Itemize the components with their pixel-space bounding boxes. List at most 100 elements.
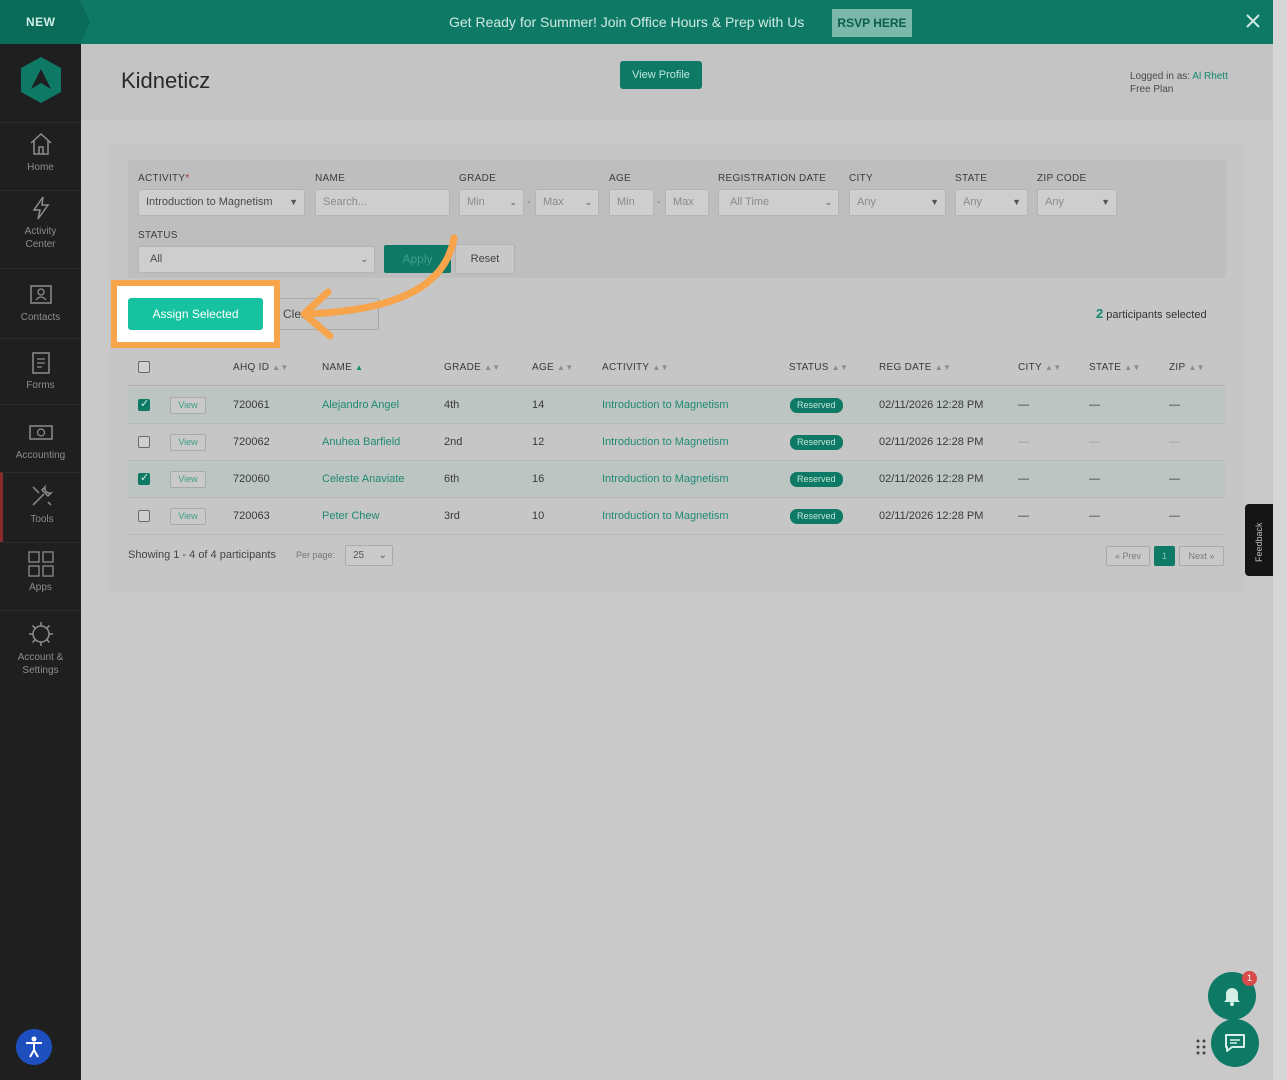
view-participant-button[interactable]: View bbox=[170, 397, 206, 414]
cell-id: 720061 bbox=[233, 399, 270, 411]
logged-in-info: Logged in as: Al Rhett Free Plan bbox=[1130, 70, 1228, 96]
next-page-button[interactable]: Next » bbox=[1179, 546, 1224, 566]
grade-max-select[interactable]: Max ⌄ bbox=[535, 189, 599, 216]
column-header-activity[interactable]: ACTIVITY ▲▼ bbox=[602, 362, 669, 373]
feedback-tab[interactable]: Feedback bbox=[1245, 504, 1273, 576]
reset-filters-button[interactable]: Reset bbox=[455, 244, 515, 274]
cell-name-link[interactable]: Celeste Anaviate bbox=[322, 473, 405, 485]
per-page-select[interactable]: 25 ⌄ bbox=[345, 545, 393, 566]
rsvp-button[interactable]: RSVP HERE bbox=[832, 9, 912, 37]
cell-name-link[interactable]: Anuhea Barfield bbox=[322, 436, 400, 448]
sidebar-item-apps[interactable]: Apps bbox=[0, 542, 81, 610]
notification-count-badge: 1 bbox=[1242, 971, 1257, 986]
age-filter-label: AGE bbox=[609, 173, 632, 184]
column-header-city[interactable]: CITY ▲▼ bbox=[1018, 362, 1061, 373]
column-header-grade[interactable]: GRADE ▲▼ bbox=[444, 362, 501, 373]
cell-zip: — bbox=[1169, 399, 1180, 411]
close-icon[interactable] bbox=[1245, 13, 1261, 29]
view-participant-button[interactable]: View bbox=[170, 434, 206, 451]
table-row[interactable]: View 720061 Alejandro Angel 4th 14 Intro… bbox=[128, 387, 1225, 424]
state-select[interactable]: Any ▼ bbox=[955, 189, 1028, 216]
view-participant-button[interactable]: View bbox=[170, 508, 206, 525]
sidebar-item-label: Contacts bbox=[20, 312, 61, 323]
view-profile-button[interactable]: View Profile bbox=[620, 61, 702, 89]
zip-select[interactable]: Any ▼ bbox=[1037, 189, 1117, 216]
prev-page-button[interactable]: « Prev bbox=[1106, 546, 1150, 566]
page-1-button[interactable]: 1 bbox=[1154, 546, 1175, 566]
table-row[interactable]: View 720060 Celeste Anaviate 6th 16 Intr… bbox=[128, 461, 1225, 498]
cell-activity-link[interactable]: Introduction to Magnetism bbox=[602, 436, 729, 448]
cell-city: — bbox=[1018, 399, 1029, 411]
forms-icon bbox=[31, 352, 50, 374]
page-title: Kidneticz bbox=[121, 68, 211, 93]
row-checkbox[interactable] bbox=[138, 471, 150, 485]
city-select[interactable]: Any ▼ bbox=[849, 189, 946, 216]
sidebar-item-tools[interactable]: Tools bbox=[0, 472, 81, 542]
cell-activity-link[interactable]: Introduction to Magnetism bbox=[602, 510, 729, 522]
cell-city: — bbox=[1018, 510, 1029, 522]
apps-grid-icon bbox=[27, 551, 54, 577]
column-header-state[interactable]: STATE ▲▼ bbox=[1089, 362, 1141, 373]
per-page-label: Per page: bbox=[296, 550, 336, 560]
user-link[interactable]: Al Rhett bbox=[1192, 71, 1228, 82]
row-checkbox[interactable] bbox=[138, 510, 150, 522]
caret-down-icon: ▼ bbox=[289, 197, 298, 207]
page-header: Kidneticz View Profile Logged in as: Al … bbox=[81, 44, 1273, 120]
row-checkbox[interactable] bbox=[138, 436, 150, 448]
column-header-reg-date[interactable]: REG DATE ▲▼ bbox=[879, 362, 951, 373]
sidebar-item-accounting[interactable]: Accounting bbox=[0, 404, 81, 472]
table-row[interactable]: View 720062 Anuhea Barfield 2nd 12 Intro… bbox=[128, 424, 1225, 461]
accessibility-icon[interactable] bbox=[16, 1029, 52, 1065]
tools-icon bbox=[32, 484, 54, 506]
cell-reg-date: 02/11/2026 12:28 PM bbox=[879, 399, 984, 411]
reg-date-select[interactable]: All Time ⌄ bbox=[718, 189, 839, 216]
city-filter-label: CITY bbox=[849, 173, 873, 184]
age-min-input[interactable]: Min bbox=[609, 189, 654, 216]
activity-select[interactable]: Introduction to Magnetism ▼ bbox=[138, 189, 305, 216]
caret-down-icon: ▼ bbox=[1101, 197, 1110, 207]
row-checkbox[interactable] bbox=[138, 397, 150, 411]
grade-range-dash: - bbox=[527, 196, 531, 208]
feedback-label: Feedback bbox=[1254, 522, 1264, 562]
column-header-name[interactable]: NAME ▲ bbox=[322, 362, 363, 373]
sidebar-item-account-settings[interactable]: Account & Settings bbox=[0, 610, 81, 688]
status-badge: Reserved bbox=[790, 472, 843, 487]
activity-filter-label: ACTIVITY* bbox=[138, 173, 190, 184]
select-all-checkbox[interactable] bbox=[138, 361, 150, 373]
sidebar-item-label: Accounting bbox=[15, 450, 66, 461]
column-header-status[interactable]: STATUS ▲▼ bbox=[789, 362, 848, 373]
caret-down-icon: ▼ bbox=[930, 197, 939, 207]
sidebar-item-home[interactable]: Home bbox=[0, 122, 81, 190]
logged-in-label: Logged in as: bbox=[1130, 71, 1191, 82]
lightning-icon bbox=[32, 196, 49, 220]
cell-zip: — bbox=[1169, 473, 1180, 485]
sidebar-item-forms[interactable]: Forms bbox=[0, 338, 81, 404]
cell-id: 720063 bbox=[233, 510, 270, 522]
bell-icon bbox=[1224, 988, 1240, 1006]
grade-filter-label: GRADE bbox=[459, 173, 497, 184]
view-participant-button[interactable]: View bbox=[170, 471, 206, 488]
sidebar-item-contacts[interactable]: Contacts bbox=[0, 268, 81, 338]
chat-button[interactable] bbox=[1211, 1019, 1259, 1067]
grade-min-select[interactable]: Min ⌄ bbox=[459, 189, 524, 216]
assign-selected-button[interactable]: Assign Selected bbox=[128, 298, 263, 330]
cell-age: 14 bbox=[532, 399, 545, 411]
status-filter-label: STATUS bbox=[138, 230, 178, 241]
name-search-input[interactable]: Search... bbox=[315, 189, 450, 216]
column-header-age[interactable]: AGE ▲▼ bbox=[532, 362, 573, 373]
cell-activity-link[interactable]: Introduction to Magnetism bbox=[602, 473, 729, 485]
cell-grade: 4th bbox=[444, 399, 460, 411]
cell-grade: 2nd bbox=[444, 436, 463, 448]
table-row[interactable]: View 720063 Peter Chew 3rd 10 Introducti… bbox=[128, 498, 1225, 535]
cell-activity-link[interactable]: Introduction to Magnetism bbox=[602, 399, 729, 411]
page-scrollbar[interactable] bbox=[1273, 0, 1287, 1080]
cell-state: — bbox=[1089, 436, 1100, 448]
column-header-id[interactable]: AHQ ID ▲▼ bbox=[233, 362, 289, 373]
column-header-zip[interactable]: ZIP ▲▼ bbox=[1169, 362, 1205, 373]
age-max-input[interactable]: Max bbox=[665, 189, 709, 216]
cell-name-link[interactable]: Alejandro Angel bbox=[322, 399, 399, 411]
app-logo-icon[interactable] bbox=[20, 56, 62, 104]
drag-handle-icon[interactable] bbox=[1195, 1038, 1207, 1056]
sidebar-item-activity-center[interactable]: Activity Center bbox=[0, 190, 81, 268]
cell-name-link[interactable]: Peter Chew bbox=[322, 510, 379, 522]
